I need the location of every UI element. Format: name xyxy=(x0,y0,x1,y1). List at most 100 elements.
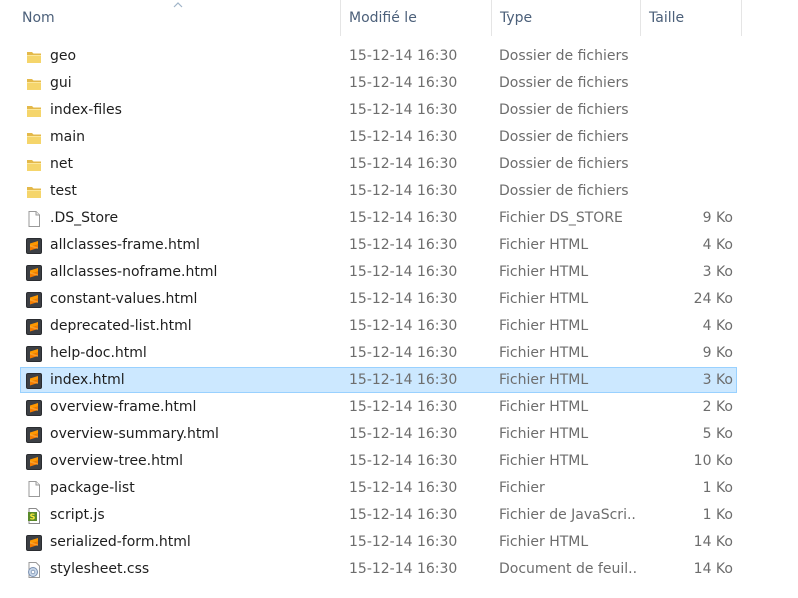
file-row[interactable]: overview-frame.html 15-12-14 16:30 Fichier… xyxy=(20,394,737,420)
file-type: Document de feuil... xyxy=(499,561,637,577)
file-modified-date: 15-12-14 16:30 xyxy=(349,534,458,550)
file-size: 9 Ko xyxy=(702,345,733,361)
file-size xyxy=(641,125,733,149)
column-header-size[interactable]: Taille xyxy=(641,0,742,36)
file-type: Dossier de fichiers xyxy=(499,129,629,145)
file-type: Fichier de JavaScri... xyxy=(499,507,637,523)
file-name: serialized-form.html xyxy=(50,534,191,550)
file-row[interactable]: deprecated-list.html 15-12-14 16:30 Fichie… xyxy=(20,313,737,339)
file-modified-date: 15-12-14 16:30 xyxy=(349,453,458,469)
file-type: Fichier HTML xyxy=(499,237,589,253)
file-size: 3 Ko xyxy=(702,372,733,388)
file-modified-date: 15-12-14 16:30 xyxy=(349,102,458,118)
file-row[interactable]: S script.js 15-12-14 16:30 Fichier de Java… xyxy=(20,502,737,528)
file-type: Fichier HTML xyxy=(499,426,589,442)
file-type: Dossier de fichiers xyxy=(499,102,629,118)
file-type: Fichier DS_STORE xyxy=(499,210,623,226)
column-header-type[interactable]: Type xyxy=(492,0,641,36)
svg-text:S: S xyxy=(30,513,36,522)
file-modified-date: 15-12-14 16:30 xyxy=(349,183,458,199)
file-type: Fichier HTML xyxy=(499,399,589,415)
file-size: 5 Ko xyxy=(702,426,733,442)
column-header-bar: Nom Modifié le Type Taille xyxy=(0,0,798,36)
file-size: 1 Ko xyxy=(702,480,733,496)
file-row[interactable]: stylesheet.css 15-12-14 16:30 Document de … xyxy=(20,556,737,582)
file-row[interactable]: net 15-12-14 16:30 Dossier de fichiers xyxy=(20,151,737,177)
file-row[interactable]: serialized-form.html 15-12-14 16:30 Fichie… xyxy=(20,529,737,555)
folder-icon xyxy=(25,129,43,147)
file-name: help-doc.html xyxy=(50,345,147,361)
file-row[interactable]: main 15-12-14 16:30 Dossier de fichiers xyxy=(20,124,737,150)
file-name: index.html xyxy=(50,372,125,388)
file-name: net xyxy=(50,156,73,172)
file-name: main xyxy=(50,129,85,145)
file-row-selected[interactable]: index.html 15-12-14 16:30 Fichier HTML 3 Ko xyxy=(20,367,737,393)
file-name: geo xyxy=(50,48,77,64)
file-size: 10 Ko xyxy=(693,453,733,469)
file-size: 14 Ko xyxy=(693,534,733,550)
file-row[interactable]: help-doc.html 15-12-14 16:30 Fichier HTML 9… xyxy=(20,340,737,366)
file-modified-date: 15-12-14 16:30 xyxy=(349,426,458,442)
javascript-file-icon: S xyxy=(25,507,43,525)
file-size: 4 Ko xyxy=(702,318,733,334)
file-size: 4 Ko xyxy=(702,237,733,253)
file-size xyxy=(641,152,733,176)
file-modified-date: 15-12-14 16:30 xyxy=(349,561,458,577)
file-modified-date: 15-12-14 16:30 xyxy=(349,291,458,307)
file-size xyxy=(641,44,733,68)
folder-icon xyxy=(25,102,43,120)
blank-file-icon xyxy=(25,480,43,498)
file-row[interactable]: .DS_Store 15-12-14 16:30 Fichier DS_STORE 9… xyxy=(20,205,737,231)
file-modified-date: 15-12-14 16:30 xyxy=(349,75,458,91)
file-type: Fichier HTML xyxy=(499,453,589,469)
file-row[interactable]: gui 15-12-14 16:30 Dossier de fichiers xyxy=(20,70,737,96)
file-type: Fichier HTML xyxy=(499,318,589,334)
file-row[interactable]: index-files 15-12-14 16:30 Dossier de fich… xyxy=(20,97,737,123)
sublime-file-icon xyxy=(25,426,43,444)
file-modified-date: 15-12-14 16:30 xyxy=(349,210,458,226)
file-type: Dossier de fichiers xyxy=(499,183,629,199)
file-name: gui xyxy=(50,75,72,91)
sublime-file-icon xyxy=(25,453,43,471)
column-header-name[interactable]: Nom xyxy=(14,0,341,36)
file-size: 1 Ko xyxy=(702,507,733,523)
file-type: Fichier HTML xyxy=(499,372,589,388)
file-size: 24 Ko xyxy=(693,291,733,307)
file-row[interactable]: allclasses-frame.html 15-12-14 16:30 Fichi… xyxy=(20,232,737,258)
folder-icon xyxy=(25,75,43,93)
file-row[interactable]: constant-values.html 15-12-14 16:30 Fichie… xyxy=(20,286,737,312)
blank-file-icon xyxy=(25,210,43,228)
file-name: overview-summary.html xyxy=(50,426,219,442)
column-header-modified[interactable]: Modifié le xyxy=(341,0,492,36)
file-type: Dossier de fichiers xyxy=(499,75,629,91)
file-row[interactable]: allclasses-noframe.html 15-12-14 16:30 Fic… xyxy=(20,259,737,285)
file-size xyxy=(641,98,733,122)
file-name: .DS_Store xyxy=(50,210,119,226)
file-modified-date: 15-12-14 16:30 xyxy=(349,318,458,334)
sublime-file-icon xyxy=(25,372,43,390)
file-name: index-files xyxy=(50,102,122,118)
sublime-file-icon xyxy=(25,264,43,282)
file-row[interactable]: overview-summary.html 15-12-14 16:30 Fichi… xyxy=(20,421,737,447)
sublime-file-icon xyxy=(25,345,43,363)
file-size: 14 Ko xyxy=(693,561,733,577)
file-modified-date: 15-12-14 16:30 xyxy=(349,372,458,388)
file-size: 3 Ko xyxy=(702,264,733,280)
sublime-file-icon xyxy=(25,318,43,336)
file-name: overview-tree.html xyxy=(50,453,184,469)
file-row[interactable]: overview-tree.html 15-12-14 16:30 Fichier … xyxy=(20,448,737,474)
file-row[interactable]: geo 15-12-14 16:30 Dossier de fichiers xyxy=(20,43,737,69)
file-name: deprecated-list.html xyxy=(50,318,192,334)
file-size: 2 Ko xyxy=(702,399,733,415)
file-modified-date: 15-12-14 16:30 xyxy=(349,399,458,415)
file-row[interactable]: test 15-12-14 16:30 Dossier de fichiers xyxy=(20,178,737,204)
sublime-file-icon xyxy=(25,534,43,552)
file-modified-date: 15-12-14 16:30 xyxy=(349,237,458,253)
file-modified-date: 15-12-14 16:30 xyxy=(349,345,458,361)
file-modified-date: 15-12-14 16:30 xyxy=(349,48,458,64)
file-name: package-list xyxy=(50,480,135,496)
file-name: script.js xyxy=(50,507,105,523)
file-row[interactable]: package-list 15-12-14 16:30 Fichier 1 Ko xyxy=(20,475,737,501)
folder-icon xyxy=(25,48,43,66)
file-modified-date: 15-12-14 16:30 xyxy=(349,129,458,145)
